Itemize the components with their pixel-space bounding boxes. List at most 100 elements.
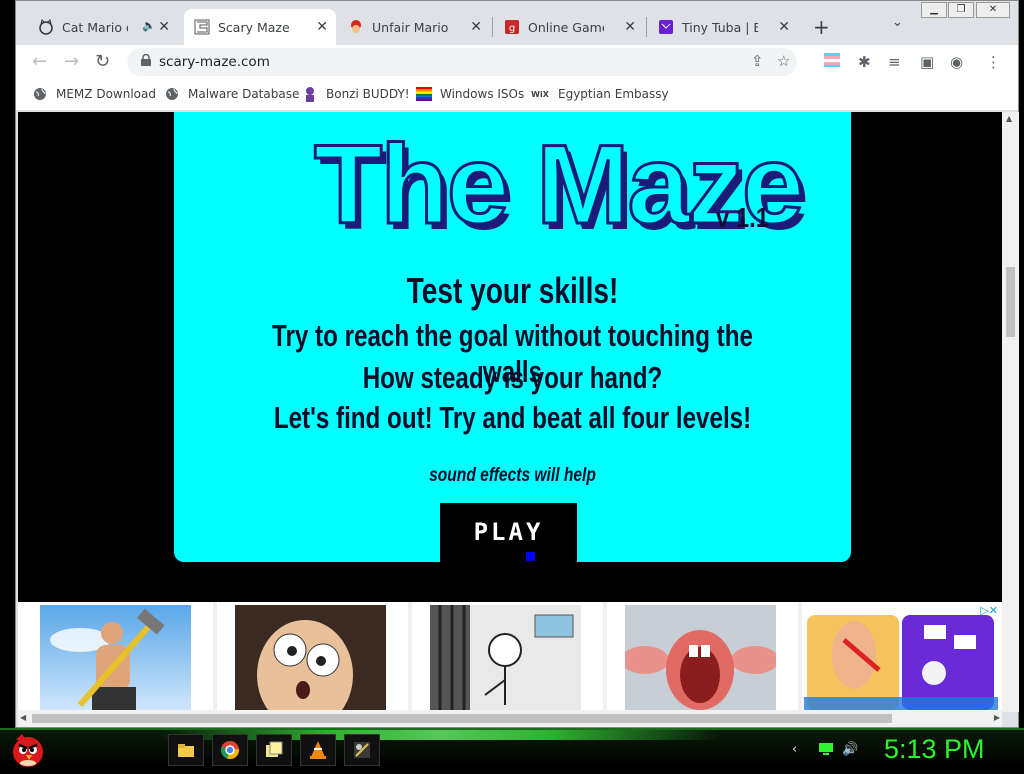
tab-separator: [492, 17, 493, 37]
new-tab-button[interactable]: +: [813, 15, 830, 39]
reload-icon[interactable]: ↻: [95, 51, 110, 72]
bookmark-bonzi[interactable]: Bonzi BUDDY!: [302, 86, 410, 102]
more-menu-icon[interactable]: ⋮: [986, 53, 1001, 71]
media-icon[interactable]: ≡: [888, 53, 901, 71]
bookmark-windows-isos[interactable]: Windows ISOs: [416, 86, 524, 102]
version-label: v 1.1: [716, 202, 769, 233]
bookmark-label: Bonzi BUDDY!: [326, 87, 410, 101]
stickman-prison-image: [430, 605, 574, 710]
tab-separator: [646, 17, 647, 37]
tab-online-games[interactable]: g Online Games fo ✕: [494, 9, 644, 45]
maximize-button[interactable]: ❐: [948, 2, 974, 18]
man-with-hammer-image: [50, 608, 165, 710]
lock-icon: [141, 54, 151, 66]
profile-icon[interactable]: ◉: [950, 53, 963, 71]
ad-tile-cartoon-face[interactable]: [235, 605, 386, 710]
maze-game-canvas[interactable]: The Maze v 1.1 Test your skills! Try to …: [174, 112, 851, 562]
chrome-icon[interactable]: [212, 734, 248, 766]
horizontal-scrollbar[interactable]: ◀ ▶: [18, 710, 1002, 727]
folder-icon[interactable]: [168, 734, 204, 766]
bookmarks-bar: MEMZ Download Malware Database Bonzi BUD…: [16, 79, 1018, 111]
minimize-button[interactable]: ▁: [921, 2, 947, 18]
instruction-text: How steady is your hand?: [362, 360, 663, 395]
bonzi-icon: [302, 86, 318, 102]
horizontal-scroll-thumb[interactable]: [32, 714, 892, 723]
notes-app-icon[interactable]: [256, 734, 292, 766]
extension-flag-icon[interactable]: [824, 53, 840, 71]
maze-cursor-dot: [526, 552, 535, 561]
ad-choices-icon[interactable]: ▷✕: [980, 604, 998, 617]
globe-icon: [32, 86, 48, 102]
bookmark-malware-db[interactable]: Malware Database: [164, 86, 299, 102]
mario-icon: [348, 19, 364, 35]
tab-title: Tiny Tuba | BORE: [682, 19, 758, 35]
ad-separator: [213, 602, 217, 712]
ad-tile-hammer-man[interactable]: [40, 605, 191, 710]
media-tool-icon[interactable]: [344, 734, 380, 766]
cat-icon: [38, 19, 54, 35]
volume-icon[interactable]: 🔊: [842, 742, 858, 757]
back-arrow-icon[interactable]: ←: [32, 51, 47, 72]
close-window-button[interactable]: ✕: [976, 2, 1010, 18]
share-icon[interactable]: ⇪: [751, 52, 764, 70]
tab-title: Unfair Mario: [372, 19, 448, 35]
ad-tile-free-games[interactable]: [804, 605, 998, 710]
tab-unfair-mario[interactable]: Unfair Mario ✕: [338, 9, 490, 45]
speaker-icon[interactable]: 🔈: [142, 19, 156, 32]
open-mouth-image: [625, 630, 776, 710]
vertical-scrollbar[interactable]: ▲: [1002, 112, 1019, 712]
vertical-scroll-thumb[interactable]: [1006, 267, 1015, 337]
bookmark-memz[interactable]: MEMZ Download: [32, 86, 156, 102]
scroll-left-arrow-icon[interactable]: ◀: [20, 713, 26, 722]
svg-text:g: g: [509, 23, 515, 34]
ad-tile-prison-escape[interactable]: [430, 605, 581, 710]
globe-icon: [164, 86, 180, 102]
close-icon[interactable]: ✕: [778, 19, 790, 35]
taskbar: ‹ 🔊 5:13 PM: [0, 728, 1024, 768]
instruction-text: Let's find out! Try and beat all four le…: [273, 400, 752, 435]
close-icon[interactable]: ✕: [158, 19, 170, 35]
rainbow-flag-icon: [416, 86, 432, 102]
chevron-down-icon[interactable]: ⌄: [892, 15, 903, 30]
ad-separator: [408, 602, 412, 712]
forward-arrow-icon[interactable]: →: [64, 51, 79, 72]
bookmark-label: Egyptian Embassy: [558, 87, 669, 101]
ad-strip: ▷✕: [18, 602, 1002, 712]
close-icon[interactable]: ✕: [470, 19, 482, 35]
ad-separator: [603, 602, 607, 712]
bookmark-label: Windows ISOs: [440, 87, 525, 101]
purple-square-icon: [658, 19, 674, 35]
address-bar[interactable]: scary-maze.com ⇪ ☆: [127, 48, 797, 76]
tab-scary-maze[interactable]: Scary Maze gam ✕: [184, 9, 336, 45]
scroll-up-arrow-icon[interactable]: ▲: [1006, 114, 1012, 123]
sound-effects-note: sound effects will help: [429, 465, 596, 486]
tray-chevron-icon[interactable]: ‹: [792, 742, 797, 757]
tab-strip: Cat Mario on 🔈 ✕ Scary Maze gam ✕ Unfair…: [16, 1, 1018, 47]
network-icon[interactable]: [818, 742, 834, 760]
puzzle-piece-icon[interactable]: ✱: [858, 53, 871, 71]
ad-separator: [798, 602, 802, 712]
browser-toolbar: ← → ↻ scary-maze.com ⇪ ☆ ✱ ≡ ▣ ◉ ⋮: [16, 45, 1018, 79]
page-viewport: The Maze v 1.1 Test your skills! Try to …: [18, 112, 1002, 712]
close-icon[interactable]: ✕: [316, 19, 328, 35]
play-button[interactable]: PLAY: [440, 503, 577, 562]
heading-test-skills: Test your skills!: [406, 270, 619, 311]
bookmark-label: MEMZ Download: [56, 87, 156, 101]
star-icon[interactable]: ☆: [777, 52, 790, 70]
browser-window: Cat Mario on 🔈 ✕ Scary Maze gam ✕ Unfair…: [15, 0, 1019, 728]
close-icon[interactable]: ✕: [624, 19, 636, 35]
bookmark-label: Malware Database: [188, 87, 300, 101]
bookmark-egyptian-embassy[interactable]: WiX Egyptian Embassy: [530, 86, 669, 102]
scroll-right-arrow-icon[interactable]: ▶: [994, 713, 1000, 722]
angry-bird-start-icon[interactable]: [8, 730, 48, 774]
taskbar-clock[interactable]: 5:13 PM: [884, 734, 985, 765]
maze-icon: [194, 19, 210, 35]
ad-tile-open-mouth[interactable]: [625, 605, 776, 710]
tab-title: Scary Maze gam: [218, 19, 294, 35]
tab-cat-mario[interactable]: Cat Mario on 🔈 ✕: [28, 9, 178, 45]
tab-title: Cat Mario on: [62, 19, 128, 35]
tab-title: Online Games fo: [528, 19, 604, 35]
side-panel-icon[interactable]: ▣: [920, 53, 934, 71]
vlc-icon[interactable]: [300, 734, 336, 766]
tab-tiny-tuba[interactable]: Tiny Tuba | BORE ✕: [648, 9, 798, 45]
